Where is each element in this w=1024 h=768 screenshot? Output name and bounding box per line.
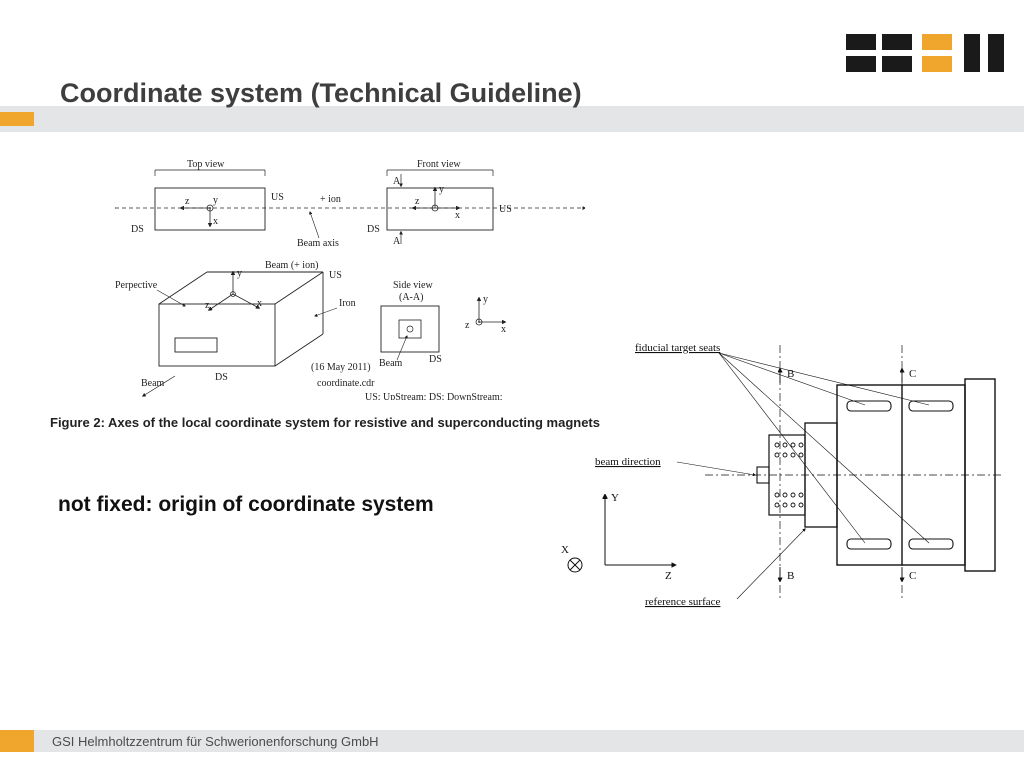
svg-text:Perpective: Perpective [115,280,158,291]
svg-text:DS: DS [429,354,442,365]
svg-text:z: z [185,196,190,207]
svg-text:Front view: Front view [417,160,461,170]
svg-text:A: A [393,176,401,187]
svg-text:Beam: Beam [141,378,165,389]
footer-band: GSI Helmholtzzentrum für Schwerionenfors… [0,730,1024,752]
svg-text:DS: DS [215,372,228,383]
svg-text:C: C [909,570,916,582]
svg-text:+ ion: + ion [320,194,341,205]
svg-text:C: C [909,368,916,380]
svg-text:US: US [499,204,512,215]
svg-text:X: X [561,544,569,556]
svg-text:z: z [465,320,470,331]
svg-text:y: y [439,184,444,195]
svg-text:Beam axis: Beam axis [297,238,339,249]
svg-text:x: x [501,324,506,335]
svg-text:Iron: Iron [339,298,356,309]
svg-text:DS: DS [367,224,380,235]
svg-text:US: US [329,270,342,281]
svg-text:z: z [205,300,210,311]
svg-text:(16 May 2011): (16 May 2011) [311,362,371,373]
svg-text:(A-A): (A-A) [399,292,423,303]
svg-text:Top view: Top view [187,160,225,170]
mechanical-diagram: fiducial target seats beam direction ref… [505,335,1005,615]
svg-text:A: A [393,236,401,247]
svg-text:x: x [257,298,262,309]
svg-text:Side view: Side view [393,280,433,291]
svg-text:DS: DS [131,224,144,235]
svg-text:Beam: Beam [379,358,403,369]
svg-text:US: UpStream; DS: DownStream;: US: UpStream; DS: DownStream; [365,392,503,400]
svg-text:Beam (+ ion): Beam (+ ion) [265,260,318,271]
header-band [0,106,1024,132]
svg-text:Y: Y [611,492,619,504]
svg-text:reference surface: reference surface [645,596,721,608]
svg-text:z: z [415,196,420,207]
svg-text:y: y [237,268,242,279]
svg-text:fiducial target seats: fiducial target seats [635,342,720,354]
note-text: not fixed: origin of coordinate system [58,493,434,517]
svg-text:B: B [787,368,794,380]
svg-text:US: US [271,192,284,203]
svg-text:x: x [213,216,218,227]
slide-title: Coordinate system (Technical Guideline) [60,78,582,109]
accent-chip-top [0,112,34,126]
svg-text:Z: Z [665,570,672,582]
svg-text:y: y [213,195,218,206]
svg-text:coordinate.cdr: coordinate.cdr [317,378,375,389]
svg-text:beam direction: beam direction [595,456,661,468]
gsi-logo [846,34,1004,76]
svg-text:x: x [455,210,460,221]
svg-text:y: y [483,294,488,305]
footer-text: GSI Helmholtzzentrum für Schwerionenfors… [52,734,379,749]
accent-chip-bottom [0,730,34,752]
svg-text:B: B [787,570,794,582]
